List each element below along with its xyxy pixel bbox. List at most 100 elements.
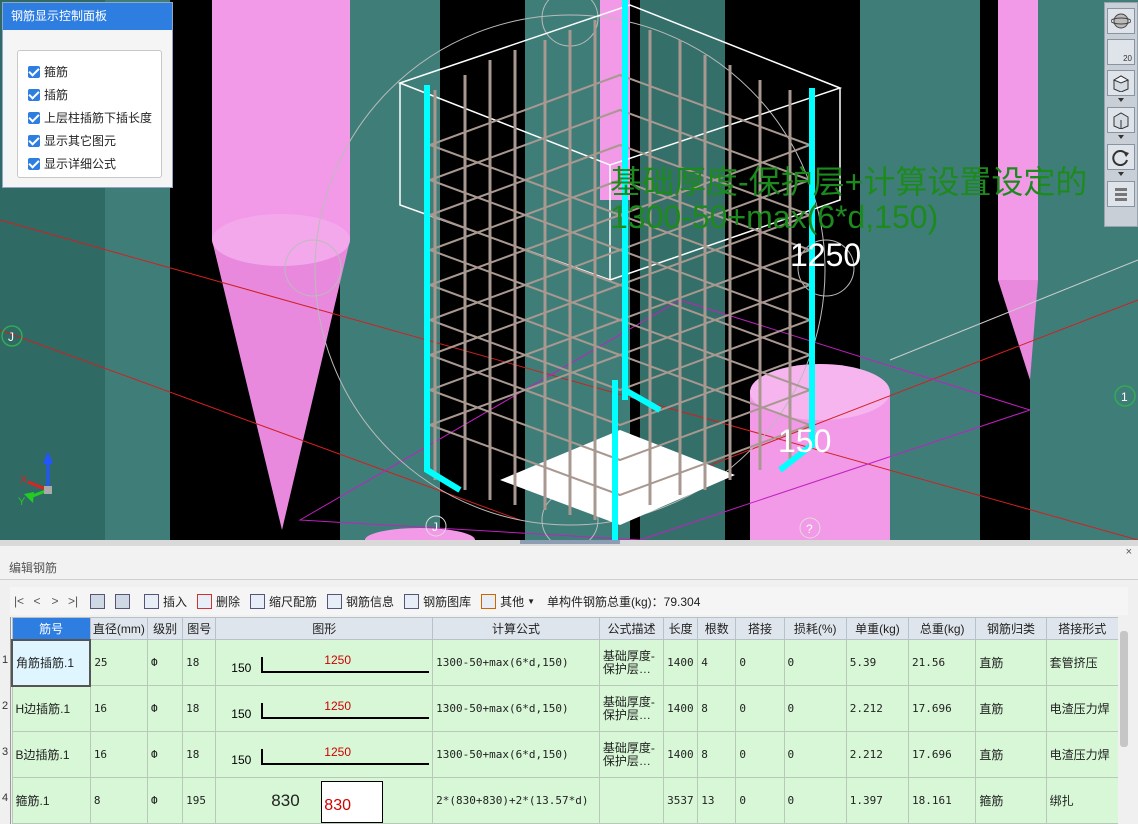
shape-top-dim[interactable]: 1250 [324,653,351,667]
cell-count[interactable]: 8 [697,731,737,778]
cell-grade[interactable]: Ф [147,685,184,732]
panel-title[interactable]: 钢筋显示控制面板 [3,3,172,30]
cell-shape[interactable]: 150 1250 [215,685,434,732]
cell-figure-no[interactable]: 195 [182,777,217,824]
scale-rebar-button[interactable]: 缩尺配筋 [250,593,317,610]
col-header[interactable]: 损耗(%) [783,617,847,640]
next-button[interactable]: > [46,594,64,608]
cell-formula-desc[interactable]: 基础厚度-保护层… [598,731,665,778]
last-button[interactable]: >| [64,594,82,608]
chevron-down-icon[interactable] [1118,135,1124,139]
cell-total-weight[interactable]: 21.56 [908,639,977,686]
col-header[interactable]: 计算公式 [432,617,600,640]
cell-formula[interactable]: 2*(830+830)+2*(13.57*d) [432,777,600,824]
cell-lap-type[interactable]: 套管挤压 [1045,639,1118,686]
cell-grade[interactable]: Ф [147,777,184,824]
shape-width-dim[interactable]: 830 [271,791,299,811]
cell-unit-weight[interactable]: 1.397 [845,777,910,824]
cell-grade[interactable]: Ф [147,639,184,686]
shape-left-dim[interactable]: 150 [231,753,251,767]
rebar-info-button[interactable]: 钢筋信息 [327,593,394,610]
cell-category[interactable]: 箍筋 [975,777,1047,824]
insert-button[interactable]: 插入 [144,593,187,610]
cell-diameter[interactable]: 8 [89,777,149,824]
cell-name[interactable]: B边插筋.1 [11,731,91,778]
checkbox-icon[interactable] [28,134,40,147]
layers-icon[interactable] [1107,181,1135,207]
table-row[interactable]: 角筋插筋.1 25 Ф 18 150 1250 1300-50+max(6*d,1… [11,638,1118,687]
cell-formula-desc[interactable]: 基础厚度-保护层… [598,685,665,732]
cell-unit-weight[interactable]: 2.212 [845,685,910,732]
option-show-detailed-formula[interactable]: 显示详细公式 [18,152,161,175]
table-row[interactable]: H边插筋.1 16 Ф 18 150 1250 1300-50+max(6*d,1… [11,685,1118,732]
cell-formula-desc[interactable]: 基础厚度-保护层… [598,639,665,686]
cell-shape[interactable]: 150 1250 [215,731,434,778]
cell-shape[interactable]: 150 1250 [215,639,434,686]
cell-category[interactable]: 直筋 [975,685,1047,732]
col-header[interactable]: 级别 [147,617,184,640]
plane-icon[interactable]: 20 [1107,39,1135,65]
cell-lap[interactable]: 0 [735,731,785,778]
3d-viewport[interactable]: 基础厚度-保护层+计算设置设定的 1300-50+max(6*d,150) 12… [0,0,1138,540]
col-header[interactable]: 直径(mm) [89,617,149,640]
shape-top-dim[interactable]: 1250 [324,745,351,759]
cell-loss[interactable]: 0 [783,685,847,732]
cell-diameter[interactable]: 16 [89,731,149,778]
cell-lap-type[interactable]: 电渣压力焊 [1045,685,1118,732]
cell-loss[interactable]: 0 [783,731,847,778]
cell-category[interactable]: 直筋 [975,639,1047,686]
cell-figure-no[interactable]: 18 [182,731,217,778]
cell-name[interactable]: 角筋插筋.1 [11,638,92,687]
cell-lap-type[interactable]: 绑扎 [1045,777,1118,824]
col-header[interactable]: 钢筋归类 [975,617,1047,640]
col-header[interactable]: 公式描述 [598,617,665,640]
globe-icon[interactable] [1107,8,1135,34]
chevron-down-icon[interactable] [1118,98,1124,102]
checkbox-icon[interactable] [28,88,40,101]
scrollbar-thumb[interactable] [1120,631,1128,747]
table-scrollbar[interactable] [1118,617,1130,824]
col-header[interactable]: 长度 [663,617,699,640]
other-button[interactable]: 其他 ▼ [481,593,535,610]
cell-unit-weight[interactable]: 5.39 [845,639,910,686]
rotate-icon[interactable] [1107,144,1135,170]
shape-left-dim[interactable]: 150 [231,661,251,675]
cell-diameter[interactable]: 16 [89,685,149,732]
cell-formula[interactable]: 1300-50+max(6*d,150) [432,639,600,686]
cell-figure-no[interactable]: 18 [182,639,217,686]
cube-side-icon[interactable] [1107,107,1135,133]
col-header[interactable]: 搭接形式 [1045,617,1118,640]
cell-length[interactable]: 1400 [663,685,699,732]
rebar-library-button[interactable]: 钢筋图库 [404,593,471,610]
cell-total-weight[interactable]: 17.696 [908,685,977,732]
cell-diameter[interactable]: 25 [89,639,149,686]
option-show-other-elements[interactable]: 显示其它图元 [18,129,161,152]
cell-loss[interactable]: 0 [783,639,847,686]
table-row[interactable]: B边插筋.1 16 Ф 18 150 1250 1300-50+max(6*d,1… [11,731,1118,778]
option-stirrups[interactable]: 箍筋 [18,60,161,83]
option-dowels[interactable]: 插筋 [18,83,161,106]
shape-left-dim[interactable]: 150 [231,707,251,721]
cell-unit-weight[interactable]: 2.212 [845,731,910,778]
cell-category[interactable]: 直筋 [975,731,1047,778]
table-row[interactable]: 箍筋.1 8 Ф 195 830 830 2*(830+830)+2*(13.5… [11,777,1118,824]
cell-count[interactable]: 13 [697,777,737,824]
delete-button[interactable]: 删除 [197,593,240,610]
cell-figure-no[interactable]: 18 [182,685,217,732]
cell-lap[interactable]: 0 [735,777,785,824]
option-upper-column-dowel-length[interactable]: 上层柱插筋下插长度 [18,106,161,129]
shape-height-dim[interactable]: 830 [324,797,351,815]
cell-loss[interactable]: 0 [783,777,847,824]
col-header[interactable]: 图形 [215,617,434,640]
cell-count[interactable]: 4 [697,639,737,686]
cell-lap-type[interactable]: 电渣压力焊 [1045,731,1118,778]
cell-formula[interactable]: 1300-50+max(6*d,150) [432,731,600,778]
close-icon[interactable]: × [1126,546,1132,558]
col-header[interactable]: 搭接 [735,617,785,640]
cell-total-weight[interactable]: 17.696 [908,731,977,778]
col-header[interactable]: 筋号 [11,617,91,640]
move-down-icon[interactable] [115,593,130,609]
chevron-down-icon[interactable] [1118,172,1124,176]
cell-name[interactable]: H边插筋.1 [11,685,91,732]
cell-shape[interactable]: 830 830 [215,777,434,824]
